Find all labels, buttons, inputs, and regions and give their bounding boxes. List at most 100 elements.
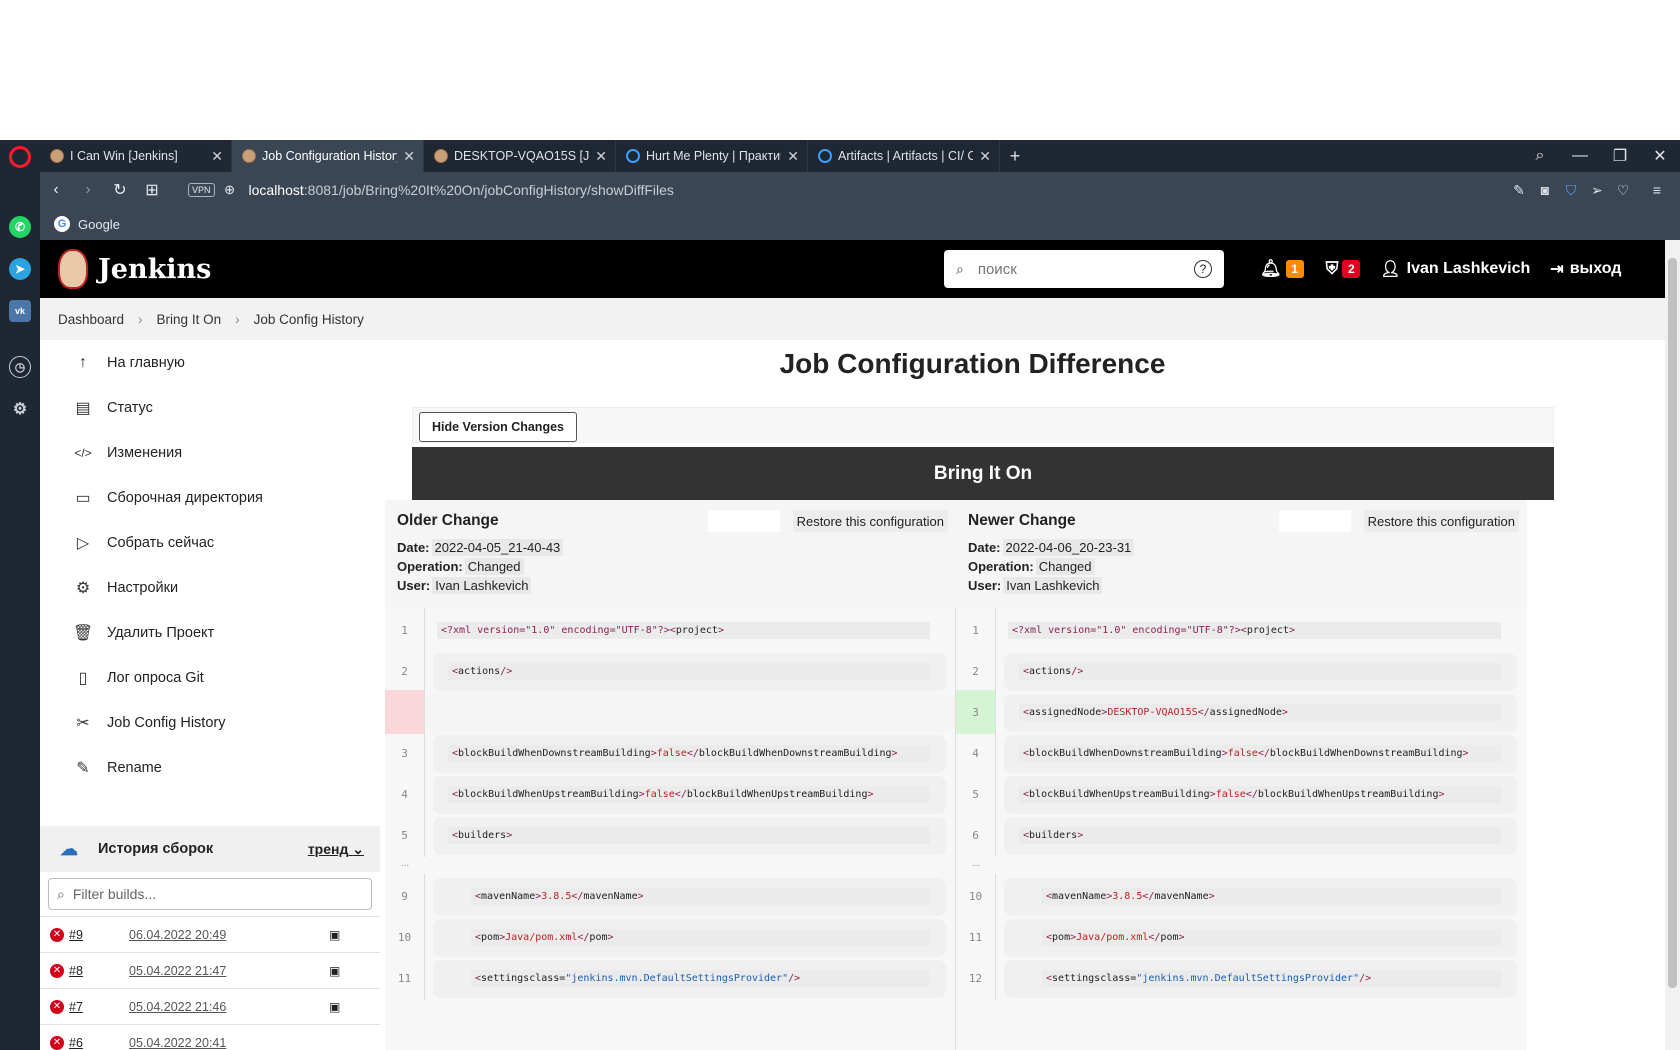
url-field[interactable]: localhost:8081/job/Bring%20It%20On/jobCo… xyxy=(249,182,674,198)
logout-icon: ⇥ xyxy=(1550,261,1564,278)
sidebar-item-7[interactable]: ▯ Лог опроса Git xyxy=(40,655,380,700)
search-tabs-icon[interactable]: ⌕ xyxy=(1520,147,1560,165)
build-date-link[interactable]: 05.04.2022 20:41 xyxy=(129,1036,329,1050)
sidebar-item-label: Удалить Проект xyxy=(107,624,215,641)
collapsed-lines-marker[interactable]: ... xyxy=(956,858,996,869)
security-shield-icon[interactable]: ⛨ xyxy=(1326,259,1339,279)
tab-4[interactable]: Hurt Me Plenty | Практическое ✕ xyxy=(616,140,808,172)
sidebar-item-0[interactable]: ↑ На главную xyxy=(40,340,380,385)
sidebar-item-6[interactable]: 🗑︎ Удалить Проект xyxy=(40,610,380,655)
sidebar-item-label: Настройки xyxy=(107,579,179,596)
forward-icon[interactable]: › xyxy=(72,181,104,199)
build-number-link[interactable]: #6 xyxy=(69,1036,129,1050)
send-icon[interactable]: ➢ xyxy=(1584,182,1610,199)
search-input[interactable] xyxy=(977,260,1194,278)
minimize-icon[interactable]: — xyxy=(1560,147,1600,165)
edit-icon[interactable]: ✎ xyxy=(1506,182,1532,199)
build-number-link[interactable]: #7 xyxy=(69,1000,129,1014)
failed-status-icon: ✕ xyxy=(50,1035,64,1050)
google-icon: G xyxy=(54,216,70,232)
diff-line: 10 < mavenName >3.8.5 </mavenName > xyxy=(956,874,1527,918)
camera-icon[interactable]: ◙ xyxy=(1532,182,1558,198)
tab-3[interactable]: DESKTOP-VQAO15S [Jenkins] ✕ xyxy=(424,140,616,172)
shield-icon[interactable]: ⛉ xyxy=(1558,182,1584,199)
restore-blank xyxy=(708,510,780,532)
breadcrumb-item[interactable]: Bring It On xyxy=(157,312,222,327)
breadcrumb-item[interactable]: Dashboard xyxy=(58,312,124,327)
tab-1[interactable]: I Can Win [Jenkins] ✕ xyxy=(40,140,232,172)
blank-area xyxy=(0,0,1680,140)
newer-change-panel: Newer Change Restore this configuration … xyxy=(956,500,1527,608)
whatsapp-icon[interactable]: ✆ xyxy=(9,216,31,238)
collapsed-lines-marker[interactable]: ... xyxy=(385,858,425,869)
heart-icon[interactable]: ♡ xyxy=(1610,182,1636,199)
close-tab-icon[interactable]: ✕ xyxy=(403,148,415,165)
line-number: 10 xyxy=(956,874,996,918)
security-badge[interactable]: 2 xyxy=(1342,260,1361,278)
bookmark-google[interactable]: Google xyxy=(78,217,120,232)
sidebar-item-4[interactable]: ▷ Собрать сейчас xyxy=(40,520,380,565)
jenkins-title[interactable]: Jenkins xyxy=(98,254,211,285)
build-number-link[interactable]: #9 xyxy=(69,928,129,942)
history-icon[interactable]: ◷ xyxy=(9,356,31,378)
line-number: 9 xyxy=(385,874,425,918)
sidebar-item-1[interactable]: ▤ Статус xyxy=(40,385,380,430)
console-output-icon[interactable]: ▣ xyxy=(329,964,340,978)
clipboard-icon: ▯ xyxy=(78,669,88,687)
close-tab-icon[interactable]: ✕ xyxy=(595,148,607,165)
sidebar-item-5[interactable]: ⚙ Настройки xyxy=(40,565,380,610)
diff-left-pane[interactable]: 1 <?xml version="1.0" encoding="UTF-8"?> <… xyxy=(385,608,956,1050)
close-tab-icon[interactable]: ✕ xyxy=(211,148,223,165)
user-name-link[interactable]: Ivan Lashkevich xyxy=(1407,260,1531,278)
diff-line: 1 <?xml version="1.0" encoding="UTF-8"?> <… xyxy=(956,608,1527,652)
build-date-link[interactable]: 06.04.2022 20:49 xyxy=(129,928,329,942)
diff-line: 9 < mavenName >3.8.5 </mavenName > xyxy=(385,874,955,918)
sidebar-item-9[interactable]: ✎ Rename xyxy=(40,745,380,790)
close-tab-icon[interactable]: ✕ xyxy=(979,148,991,165)
telegram-icon[interactable]: ➤ xyxy=(9,258,31,280)
menu-icon[interactable]: ≡ xyxy=(1644,182,1670,198)
close-window-icon[interactable]: ✕ xyxy=(1640,146,1680,166)
chevron-down-icon[interactable]: ⌄ xyxy=(352,841,364,857)
opera-sidebar: ✆ ➤ vk ◷ ⚙ xyxy=(0,140,40,1050)
build-number-link[interactable]: #8 xyxy=(69,964,129,978)
notifications-badge[interactable]: 1 xyxy=(1285,260,1304,278)
console-output-icon[interactable]: ▣ xyxy=(329,928,340,942)
bell-icon[interactable]: 🔔︎ xyxy=(1260,259,1282,279)
new-tab-button[interactable]: + xyxy=(1000,140,1030,172)
speed-dial-icon[interactable]: ⊞ xyxy=(136,180,168,200)
page-scrollbar[interactable] xyxy=(1665,240,1680,1050)
build-date-link[interactable]: 05.04.2022 21:46 xyxy=(129,1000,329,1014)
line-number: 11 xyxy=(956,915,996,959)
tab-2[interactable]: Job Configuration History [✕ xyxy=(232,140,424,172)
hide-version-changes-button[interactable]: Hide Version Changes xyxy=(419,412,577,442)
sidebar-item-label: На главную xyxy=(107,354,185,371)
vk-icon[interactable]: vk xyxy=(9,300,31,322)
tab-5[interactable]: Artifacts | Artifacts | CI/ Co ✕ xyxy=(808,140,1000,172)
filter-builds-input[interactable]: ⌕ Filter builds... xyxy=(48,878,372,910)
back-icon[interactable]: ‹ xyxy=(40,181,72,199)
sidebar-item-8[interactable]: ✂ Job Config History xyxy=(40,700,380,745)
diff-right-pane[interactable]: 1 <?xml version="1.0" encoding="UTF-8"?> <… xyxy=(956,608,1527,1050)
vpn-badge[interactable]: VPN xyxy=(188,183,215,197)
search-icon: ⌕ xyxy=(57,885,65,902)
trend-link[interactable]: тренд ⌄ xyxy=(308,841,364,858)
settings-icon[interactable]: ⚙ xyxy=(9,398,31,420)
jenkins-logo-icon[interactable] xyxy=(58,249,88,289)
breadcrumb-item[interactable]: Job Config History xyxy=(254,312,364,327)
scrollbar-thumb[interactable] xyxy=(1668,258,1677,988)
restore-older-button[interactable]: Restore this configuration xyxy=(792,510,948,532)
console-output-icon[interactable]: ▣ xyxy=(329,1000,340,1014)
logout-link[interactable]: выход xyxy=(1570,260,1622,278)
opera-logo-icon[interactable] xyxy=(9,146,31,168)
help-icon[interactable]: ? xyxy=(1194,260,1212,278)
build-date-link[interactable]: 05.04.2022 21:47 xyxy=(129,964,329,978)
line-number: 5 xyxy=(956,772,996,816)
sidebar-item-3[interactable]: ▭ Сборочная директория xyxy=(40,475,380,520)
failed-status-icon: ✕ xyxy=(50,999,64,1014)
reload-icon[interactable]: ↻ xyxy=(104,180,136,200)
restore-icon[interactable]: ❐ xyxy=(1600,146,1640,166)
close-tab-icon[interactable]: ✕ xyxy=(787,148,799,165)
restore-newer-button[interactable]: Restore this configuration xyxy=(1363,510,1519,532)
sidebar-item-2[interactable]: </> Изменения xyxy=(40,430,380,475)
